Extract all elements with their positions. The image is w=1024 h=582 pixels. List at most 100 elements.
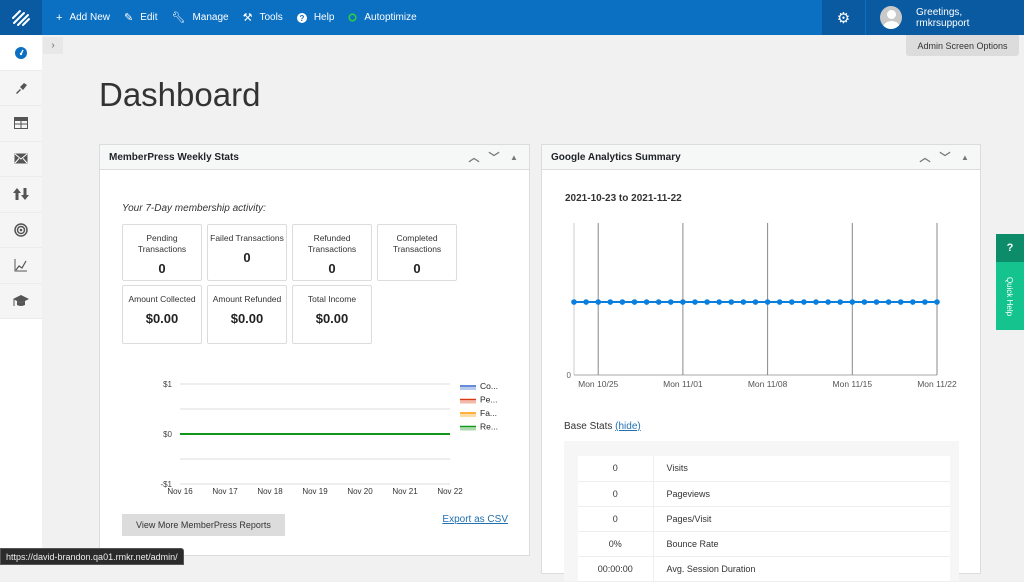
user-account-menu[interactable]: Greetings, rmkrsupport: [866, 0, 1024, 35]
hide-base-stats-link[interactable]: (hide): [615, 421, 641, 432]
legend-label: Co...: [480, 381, 498, 391]
data-point: [801, 299, 807, 305]
y-tick-label: $0: [163, 430, 172, 439]
stat-value: 0%: [578, 531, 654, 557]
stat-value: $0.00: [315, 311, 349, 326]
data-point: [619, 299, 626, 305]
stat-label: Amount Collected: [128, 294, 196, 304]
expand-sidebar-button[interactable]: ›: [43, 37, 63, 54]
edit-menu[interactable]: ✎ Edit: [124, 0, 157, 35]
export-csv-link[interactable]: Export as CSV: [442, 514, 508, 525]
brush-icon: [16, 82, 27, 94]
dashboard-icon: [15, 47, 27, 60]
arrows-updown-icon: [13, 188, 29, 201]
add-new-label: Add New: [69, 12, 111, 23]
avatar: [880, 6, 903, 29]
legend-swatch-fill: [460, 387, 476, 390]
sidebar-item-table[interactable]: [0, 106, 42, 142]
wrench-icon: 🔧︎: [171, 12, 186, 24]
data-point: [789, 299, 795, 305]
base-stats-table: 0 Visits 0 Pageviews 0 Pages/Visit 0% Bounce…: [578, 456, 950, 582]
data-point: [813, 299, 819, 305]
greeting-text: Greetings, rmkrsupport: [916, 6, 970, 29]
quick-help-label: Quick Help: [1005, 276, 1015, 316]
data-point: [752, 299, 759, 305]
sidebar-item-dashboard[interactable]: [0, 35, 42, 71]
data-point: [849, 299, 856, 305]
settings-button[interactable]: ⚙: [822, 0, 866, 35]
stat-label: Failed Transactions: [210, 233, 284, 243]
manage-menu[interactable]: 🔧︎ Manage: [171, 0, 228, 35]
x-tick-label: Nov 20: [347, 487, 373, 496]
legend-label: Fa...: [480, 408, 497, 418]
autoptimize-menu[interactable]: Autoptimize: [348, 0, 417, 35]
stat-label: Total Income: [307, 294, 357, 304]
move-up-icon[interactable]: ︿: [918, 149, 932, 165]
data-point: [922, 299, 928, 305]
stat-value: $0.00: [230, 311, 264, 326]
sidebar-item-email[interactable]: [0, 141, 42, 177]
svg-text:?: ?: [299, 14, 304, 23]
memberpress-logo[interactable]: [0, 0, 42, 35]
stat-card-refunded: Refunded Transactions 0: [292, 224, 372, 281]
stat-label: Refunded Transactions: [307, 233, 357, 254]
sidebar-item-transfers[interactable]: [0, 177, 42, 213]
x-tick-label: Mon 11/22: [917, 379, 957, 389]
sidebar-item-design[interactable]: [0, 70, 42, 106]
data-point: [885, 299, 892, 305]
data-point: [716, 299, 722, 305]
move-down-icon[interactable]: ﹀: [487, 149, 501, 165]
admin-top-bar: + Add New ✎ Edit 🔧︎ Manage ⚒︎ Tools ? He…: [0, 0, 1024, 35]
data-point: [595, 299, 601, 305]
tools-menu[interactable]: ⚒︎ Tools: [243, 0, 283, 35]
quick-help-tab[interactable]: ? Quick Help: [996, 234, 1024, 330]
pencil-icon: ✎: [124, 12, 134, 24]
collapse-toggle-icon[interactable]: ▲: [958, 153, 972, 162]
stat-label: Pageviews: [653, 481, 950, 507]
stat-value: 0: [578, 481, 654, 507]
x-tick-label: Nov 19: [302, 487, 328, 496]
move-down-icon[interactable]: ﹀: [938, 149, 952, 165]
stat-value: 0: [413, 261, 421, 276]
help-menu[interactable]: ? Help: [296, 0, 335, 35]
x-tick-label: Mon 11/01: [663, 379, 703, 389]
widget-header: MemberPress Weekly Stats ︿ ﹀ ▲: [100, 145, 529, 170]
widget-title: MemberPress Weekly Stats: [109, 151, 239, 163]
view-more-reports-button[interactable]: View More MemberPress Reports: [122, 514, 285, 536]
stat-label: Bounce Rate: [653, 531, 950, 557]
legend-swatch-fill: [460, 400, 476, 404]
screen-options-button[interactable]: Admin Screen Options: [906, 35, 1019, 56]
sidebar-item-courses[interactable]: [0, 283, 42, 319]
move-up-icon[interactable]: ︿: [467, 149, 481, 165]
activity-label: Your 7-Day membership activity:: [122, 203, 266, 214]
data-point: [910, 299, 916, 305]
widget-title: Google Analytics Summary: [551, 151, 681, 163]
legend-label: Pe...: [480, 395, 497, 405]
stat-value: 0: [578, 506, 654, 532]
collapse-toggle-icon[interactable]: ▲: [507, 153, 521, 162]
data-point: [668, 299, 674, 305]
x-tick-label: Mon 10/25: [578, 379, 618, 389]
stat-label: Pending Transactions: [137, 233, 187, 254]
logo-icon: [12, 9, 30, 26]
data-point: [740, 299, 747, 305]
x-tick-label: Nov 21: [392, 487, 418, 496]
help-label: Help: [313, 12, 335, 23]
status-circle-icon: [348, 13, 357, 22]
table-row: 0 Pages/Visit: [578, 506, 950, 532]
memberpress-weekly-stats-widget: MemberPress Weekly Stats ︿ ﹀ ▲ Your 7-Da…: [99, 144, 530, 556]
page-title: Dashboard: [99, 76, 261, 113]
help-question-icon: ?: [996, 234, 1024, 262]
table-row: 0% Bounce Rate: [578, 531, 950, 557]
data-point: [897, 299, 904, 305]
stat-label: Avg. Session Duration: [653, 556, 950, 582]
sidebar-item-reports[interactable]: [0, 248, 42, 284]
tools-icon: ⚒︎: [242, 12, 253, 24]
help-icon: ?: [296, 12, 307, 23]
data-point: [583, 299, 589, 305]
data-point: [571, 299, 577, 305]
x-tick-label: Mon 11/08: [748, 379, 788, 389]
gear-icon: ⚙: [836, 9, 851, 27]
sidebar-item-goals[interactable]: [0, 212, 42, 248]
add-new-menu[interactable]: + Add New: [56, 0, 110, 35]
